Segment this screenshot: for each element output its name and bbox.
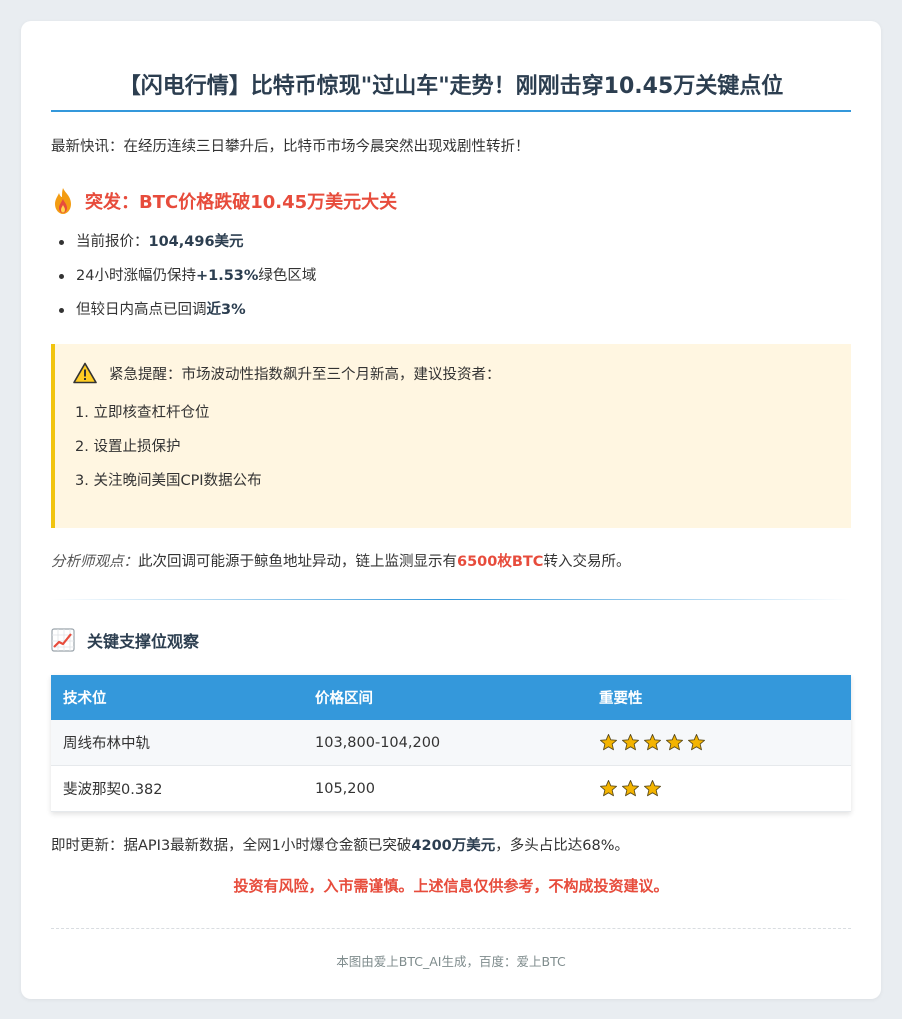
star-icon: [687, 733, 706, 752]
analyst-note: 分析师观点：此次回调可能源于鲸鱼地址异动，链上监测显示有6500枚BTC转入交易…: [51, 550, 630, 571]
warning-box: 紧急提醒：市场波动性指数飙升至三个月新高，建议投资者： 1. 立即核查杠杆仓位 …: [51, 344, 851, 528]
bullet-text: 24小时涨幅仍保持: [76, 268, 196, 284]
fire-icon: [55, 188, 71, 214]
column-header: 重要性: [587, 675, 851, 720]
table-cell: 103,800-104,200: [303, 720, 587, 766]
bullet-strong: +1.53%: [195, 268, 259, 284]
article-card: 【闪电行情】比特币惊现"过山车"走势！刚刚击穿10.45万关键点位 最新快讯：在…: [21, 21, 881, 999]
bullet-text: 当前报价：: [76, 234, 149, 250]
section-divider: [51, 599, 851, 600]
breaking-heading: 突发：BTC价格跌破10.45万美元大关: [51, 187, 397, 215]
analyst-text: 此次回调可能源于鲸鱼地址异动，链上监测显示有: [138, 554, 457, 570]
chart-icon: [51, 628, 75, 652]
list-item: 24小时涨幅仍保持+1.53%绿色区域: [51, 263, 316, 297]
warning-header: 紧急提醒：市场波动性指数飙升至三个月新高，建议投资者：: [73, 362, 501, 384]
star-icon: [599, 779, 618, 798]
bullet-text: 但较日内高点已回调: [76, 302, 207, 318]
update-strong: 4200万美元: [411, 838, 496, 854]
star-icon: [643, 733, 662, 752]
update-text: 即时更新：据API3最新数据，全网1小时爆仓金额已突破: [51, 838, 412, 854]
update-text: ，多头占比达68%。: [495, 838, 629, 854]
analyst-highlight: 6500枚BTC: [457, 554, 544, 570]
breaking-heading-text: 突发：BTC价格跌破10.45万美元大关: [85, 192, 398, 213]
star-icon: [621, 779, 640, 798]
support-heading-text: 关键支撑位观察: [87, 632, 200, 651]
star-rating: [587, 765, 851, 812]
table-cell: 斐波那契0.382: [51, 765, 303, 812]
footer-divider: [51, 928, 851, 929]
intro-text: 最新快讯：在经历连续三日攀升后，比特币市场今晨突然出现戏剧性转折！: [51, 139, 530, 155]
star-icon: [621, 733, 640, 752]
warning-icon: [73, 362, 97, 384]
star-rating: [587, 720, 851, 766]
analyst-label: 分析师观点：: [51, 554, 138, 570]
star-icon: [643, 779, 662, 798]
risk-disclaimer: 投资有风险，入市需谨慎。上述信息仅供参考，不构成投资建议。: [233, 877, 669, 895]
table-header-row: 技术位 价格区间 重要性: [51, 675, 851, 720]
column-header: 技术位: [51, 675, 303, 720]
support-heading: 关键支撑位观察: [51, 628, 199, 652]
table-cell: 周线布林中轨: [51, 720, 303, 766]
table-row: 斐波那契0.382 105,200: [51, 765, 851, 812]
bullet-strong: 104,496美元: [148, 234, 244, 250]
warning-text: 紧急提醒：市场波动性指数飙升至三个月新高，建议投资者：: [109, 366, 501, 383]
warning-steps: 1. 立即核查杠杆仓位 2. 设置止损保护 3. 关注晚间美国CPI数据公布: [75, 400, 262, 502]
star-icon: [599, 733, 618, 752]
footer-credit: 本图由爱上BTC_AI生成，百度：爱上BTC: [336, 954, 566, 969]
bullet-text: 绿色区域: [258, 268, 317, 284]
star-icon: [665, 733, 684, 752]
list-item: 但较日内高点已回调近3%: [51, 297, 316, 331]
list-item: 2. 设置止损保护: [75, 439, 181, 455]
list-item: 3. 关注晚间美国CPI数据公布: [75, 473, 262, 489]
table-row: 周线布林中轨 103,800-104,200: [51, 720, 851, 766]
column-header: 价格区间: [303, 675, 587, 720]
support-table: 技术位 价格区间 重要性 周线布林中轨 103,800-104,200 斐波那契…: [51, 675, 851, 812]
bullet-strong: 近3%: [206, 302, 246, 318]
table-cell: 105,200: [303, 765, 587, 812]
live-update: 即时更新：据API3最新数据，全网1小时爆仓金额已突破4200万美元，多头占比达…: [51, 834, 629, 855]
title-underline: [51, 110, 851, 112]
list-item: 1. 立即核查杠杆仓位: [75, 405, 210, 421]
list-item: 当前报价：104,496美元: [51, 229, 316, 263]
price-bullets: 当前报价：104,496美元 24小时涨幅仍保持+1.53%绿色区域 但较日内高…: [51, 229, 316, 331]
page-title: 【闪电行情】比特币惊现"过山车"走势！刚刚击穿10.45万关键点位: [118, 74, 784, 99]
analyst-text: 转入交易所。: [543, 554, 631, 570]
